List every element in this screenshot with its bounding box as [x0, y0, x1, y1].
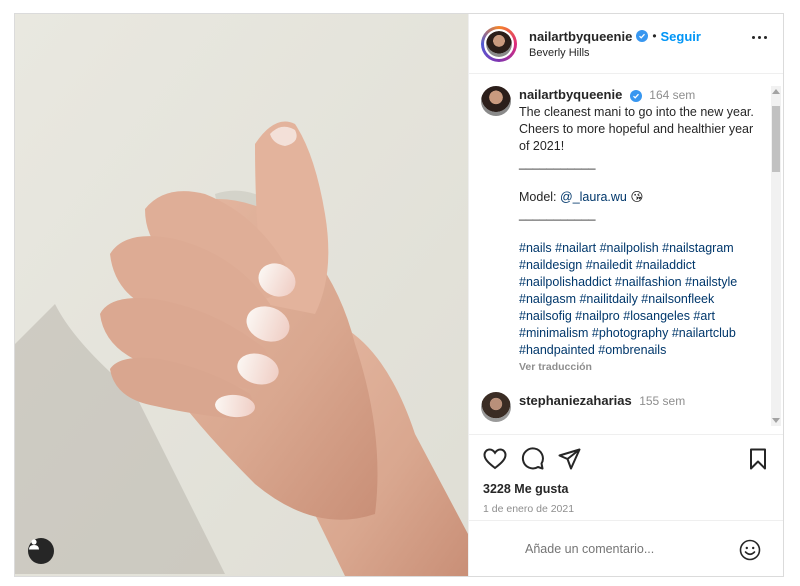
caption-text: The cleanest mani to go into the new yea… [519, 105, 754, 153]
hand-manicure-image [15, 14, 468, 576]
caption-divider: ___________ [519, 156, 596, 170]
caption-avatar[interactable] [481, 86, 511, 116]
hashtags-text[interactable]: #nails #nailart #nailpolish #nailstagram… [519, 240, 761, 359]
user-icon [29, 539, 39, 550]
add-comment-bar [469, 520, 783, 576]
caption-username[interactable]: nailartbyqueenie [519, 87, 622, 102]
comment-row: stephaniezaharias 155 sem [481, 392, 763, 422]
post-modal: nailartbyqueenie • Seguir Beverly Hills … [14, 13, 784, 577]
tagged-users-button[interactable] [28, 538, 54, 564]
comment-age: 155 sem [639, 394, 686, 408]
location-link[interactable]: Beverly Hills [529, 47, 701, 59]
scroll-up-arrow-icon[interactable] [772, 89, 780, 94]
model-mention-link[interactable]: @_laura.wu [560, 190, 627, 204]
likes-count[interactable]: 3228 Me gusta [483, 482, 769, 496]
scrollbar-thumb[interactable] [772, 106, 780, 172]
avatar[interactable] [484, 28, 514, 59]
model-label: Model: [519, 190, 560, 204]
caption-age: 164 sem [649, 88, 696, 102]
post-photo[interactable] [15, 14, 468, 576]
caption-divider: ___________ [519, 207, 596, 221]
share-send-icon[interactable] [558, 448, 581, 470]
caption-row: nailartbyqueenie 164 sem The cleanest ma… [481, 86, 763, 376]
comment-username[interactable]: stephaniezaharias [519, 393, 632, 408]
emoji-icon[interactable] [739, 539, 761, 561]
post-actions: 3228 Me gusta 1 de enero de 2021 [469, 434, 783, 520]
comments-section[interactable]: nailartbyqueenie 164 sem The cleanest ma… [469, 74, 783, 434]
follow-button[interactable]: Seguir [661, 29, 701, 44]
header-username[interactable]: nailartbyqueenie [529, 29, 632, 44]
separator-dot: • [652, 29, 657, 43]
scroll-down-arrow-icon[interactable] [772, 418, 780, 423]
comment-avatar[interactable] [481, 392, 511, 422]
kiss-emoji-icon: 😘 [630, 190, 644, 204]
comment-icon[interactable] [521, 447, 544, 470]
more-options-icon[interactable] [752, 36, 767, 39]
comment-input[interactable] [525, 541, 725, 556]
verified-badge-icon [629, 90, 642, 102]
translate-link[interactable]: Ver traducción [519, 359, 761, 376]
post-date: 1 de enero de 2021 [483, 503, 575, 515]
heart-icon[interactable] [483, 447, 507, 470]
post-side-panel: nailartbyqueenie • Seguir Beverly Hills … [468, 14, 783, 576]
bookmark-icon[interactable] [749, 448, 767, 470]
comments-scrollbar[interactable] [771, 86, 781, 426]
verified-badge-icon [636, 30, 649, 42]
post-header: nailartbyqueenie • Seguir Beverly Hills [469, 14, 783, 74]
story-ring[interactable] [481, 25, 517, 62]
